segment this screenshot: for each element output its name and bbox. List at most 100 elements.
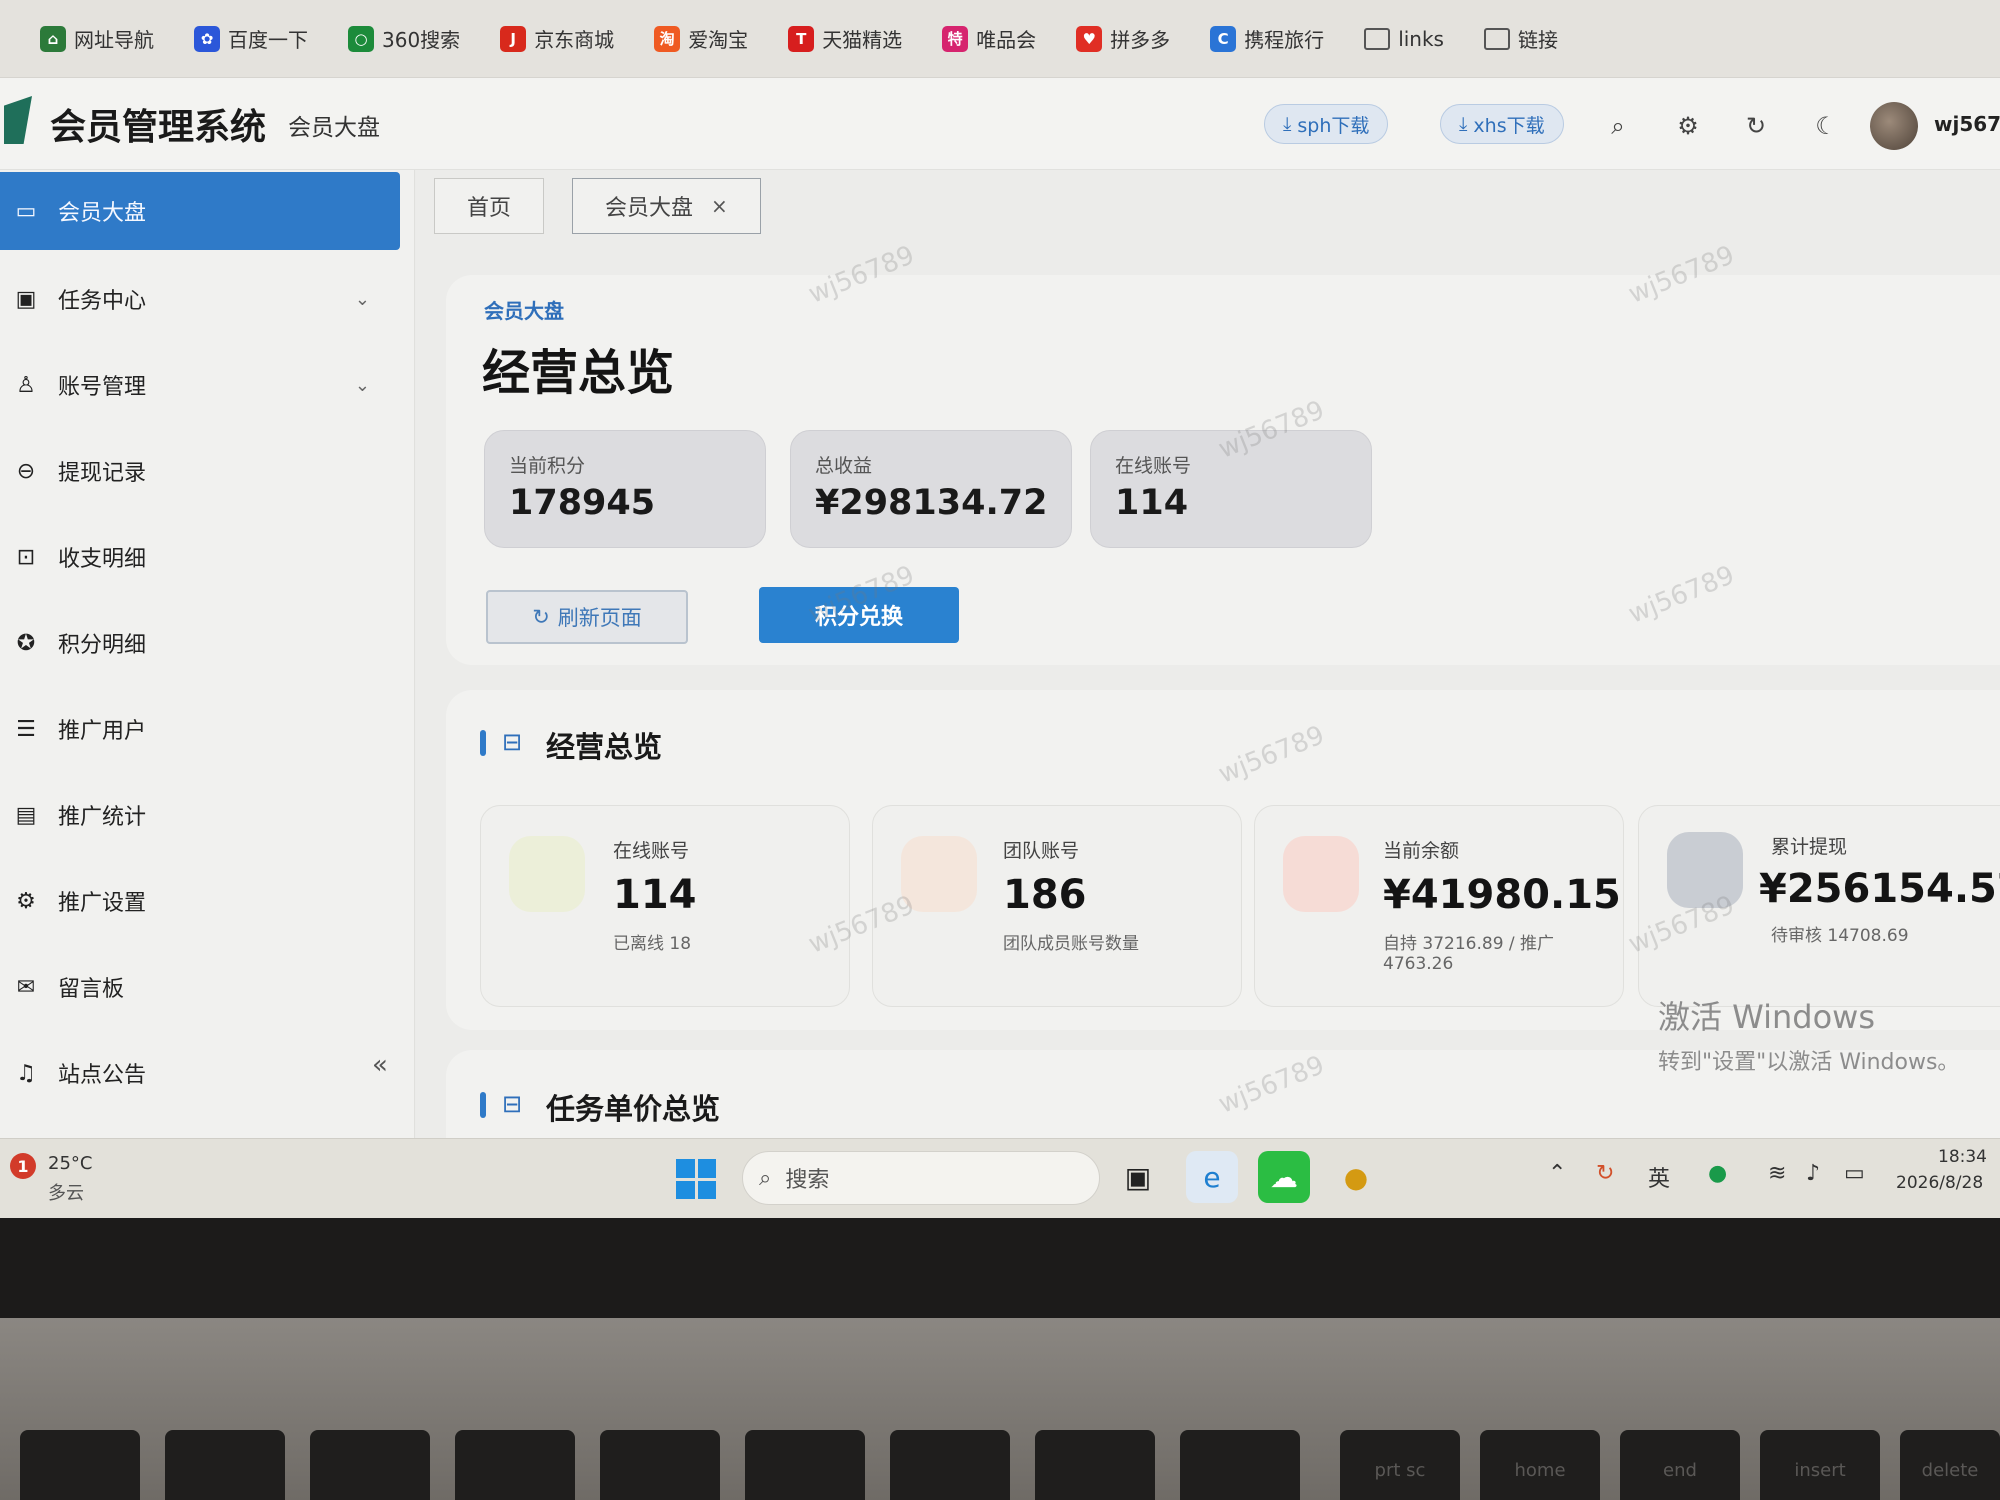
app-tray-icon[interactable]: ● — [1708, 1161, 1727, 1186]
clock-date[interactable]: 2026/8/28 — [1896, 1173, 1983, 1193]
bookmark-item[interactable]: J 京东商城 — [500, 24, 614, 53]
sidebar-item-announcements[interactable]: ♫ 站点公告 — [0, 1034, 400, 1112]
card-label: 在线账号 — [613, 840, 690, 862]
sidebar-item-promo-users[interactable]: ☰ 推广用户 — [0, 690, 400, 768]
windows-activation-notice: 激活 Windows 转到"设置"以激活 Windows。 — [1658, 992, 1959, 1076]
stat-value: 178945 — [509, 483, 656, 523]
card-label: 团队账号 — [1003, 840, 1080, 862]
wechat-icon[interactable]: ☁ — [1258, 1151, 1310, 1203]
presentation-icon: ⊟ — [502, 1090, 523, 1118]
sidebar-item-withdrawals[interactable]: ⊖ 提现记录 — [0, 432, 400, 510]
gear-icon[interactable]: ⚙ — [1668, 106, 1708, 146]
sidebar-item-label: 站点公告 — [58, 1063, 147, 1088]
screen: ⌂ 网址导航 ✿ 百度一下 ○ 360搜索 J 京东商城 淘爱淘宝 T 天猫精选 特唯品会… — [0, 0, 2000, 1218]
bell-icon: ♫ — [16, 1060, 36, 1086]
clock-time[interactable]: 18:34 — [1938, 1147, 1987, 1167]
sidebar-item-tasks[interactable]: ▣ 任务中心 ⌄ — [0, 260, 400, 338]
bookmark-item[interactable]: ♥ 拼多多 — [1076, 24, 1170, 53]
refresh-icon[interactable]: ↻ — [1736, 106, 1776, 146]
sidebar-item-label: 任务中心 — [58, 289, 147, 314]
sidebar-item-accounts[interactable]: ♙ 账号管理 ⌄ — [0, 346, 400, 424]
bookmark-item[interactable]: 特唯品会 — [942, 24, 1036, 53]
download-icon: ⤓ — [1459, 113, 1468, 135]
bookmark-item[interactable]: T 天猫精选 — [788, 24, 902, 53]
sidebar-item-label: 留言板 — [58, 977, 125, 1002]
activation-line-1: 激活 Windows — [1658, 998, 1876, 1036]
sidebar-item-promo-settings[interactable]: ⚙ 推广设置 — [0, 862, 400, 940]
collapse-sidebar-icon[interactable]: « — [372, 1050, 388, 1080]
ime-indicator[interactable]: 英 — [1648, 1161, 1670, 1193]
tab-dashboard[interactable]: 会员大盘 × — [572, 178, 761, 234]
points-icon: ✪ — [16, 630, 36, 656]
sidebar-item-label: 积分明细 — [58, 633, 147, 658]
summary-card-balance: 当前余额 ¥41980.15 自持 37216.89 / 推广 4763.26 — [1254, 805, 1624, 1007]
weather-desc[interactable]: 多云 — [48, 1179, 84, 1205]
mail-icon: ✉ — [16, 974, 36, 1000]
bookmark-folder[interactable]: 链接 — [1483, 24, 1558, 53]
bookmark-item[interactable]: ⌂ 网址导航 — [40, 24, 154, 53]
overview-panel: 会员大盘 经营总览 当前积分 178945 总收益 ¥298134.72 在线账… — [446, 275, 2000, 665]
xhs-download-label: xhs下载 — [1473, 114, 1545, 137]
app-header: 会员管理系统 会员大盘 ⤓sph下载 ⤓xhs下载 ⌕ ⚙ ↻ ☾ wj5678 — [0, 78, 2000, 170]
bookmark-item[interactable]: 淘爱淘宝 — [654, 24, 748, 53]
bookmark-folder[interactable]: links — [1364, 27, 1444, 51]
sidebar: ▭ 会员大盘 ▣ 任务中心 ⌄ ♙ 账号管理 ⌄ ⊖ 提现记录 ⊡ 收支明细 ✪ 积分明细 ☰ 推… — [0, 170, 415, 1138]
refresh-icon: ↻ — [532, 605, 550, 629]
jd-icon: J — [500, 25, 527, 52]
refresh-page-button[interactable]: ↻ 刷新页面 — [486, 590, 688, 644]
sync-icon[interactable]: ↻ — [1596, 1161, 1614, 1186]
sph-download-button[interactable]: ⤓ sph下载 — [1264, 104, 1389, 144]
stat-label: 当前积分 — [509, 455, 586, 477]
section-title: 任务单价总览 — [546, 1092, 721, 1126]
ctrip-icon: C — [1210, 25, 1237, 52]
tab-home[interactable]: 首页 — [434, 178, 545, 234]
bookmark-label: 京东商城 — [534, 28, 615, 52]
stat-label: 总收益 — [815, 455, 873, 477]
folder-icon — [1483, 27, 1510, 50]
avatar[interactable] — [1870, 102, 1918, 150]
presentation-icon: ⊟ — [502, 728, 523, 756]
home-icon: ⌂ — [40, 25, 66, 52]
bookmark-item[interactable]: ✿ 百度一下 — [194, 24, 308, 53]
card-icon — [1283, 836, 1359, 912]
battery-icon[interactable]: ▭ — [1844, 1161, 1865, 1186]
wifi-icon[interactable]: ≋ — [1768, 1161, 1786, 1186]
search-icon: ⌕ — [759, 1165, 772, 1191]
task-view-icon[interactable]: ▣ — [1112, 1151, 1164, 1203]
bookmark-label: links — [1398, 26, 1444, 51]
bookmark-label: 爱淘宝 — [688, 28, 749, 52]
clipboard-icon: ▣ — [15, 286, 37, 312]
sidebar-item-dashboard[interactable]: ▭ 会员大盘 — [0, 172, 400, 250]
sidebar-item-label: 推广用户 — [58, 719, 147, 744]
search-icon[interactable]: ⌕ — [1598, 106, 1638, 146]
sidebar-item-promo-stats[interactable]: ▤ 推广统计 — [0, 776, 400, 854]
keyboard-key: insert — [1760, 1430, 1880, 1500]
sidebar-item-points[interactable]: ✪ 积分明细 — [0, 604, 400, 682]
gear-icon: ⚙ — [16, 888, 36, 914]
xhs-download-button[interactable]: ⤓ xhs下载 — [1440, 104, 1564, 144]
username[interactable]: wj5678 — [1934, 112, 2000, 136]
search-360-icon: ○ — [348, 25, 374, 52]
weather-temp[interactable]: 25°C — [48, 1153, 92, 1174]
moon-icon[interactable]: ☾ — [1806, 106, 1846, 146]
stat-card-points: 当前积分 178945 — [484, 430, 766, 548]
keyboard-key — [890, 1430, 1010, 1500]
card-value: 114 — [613, 872, 697, 918]
download-icon: ⤓ — [1283, 113, 1292, 135]
sph-download-label: sph下载 — [1297, 114, 1370, 137]
volume-icon[interactable]: ♪ — [1806, 1161, 1820, 1186]
stat-label: 在线账号 — [1115, 455, 1192, 477]
bookmark-label: 360搜索 — [382, 28, 461, 52]
chevron-up-icon[interactable]: ⌃ — [1548, 1161, 1566, 1186]
app-icon[interactable]: ● — [1330, 1151, 1382, 1203]
taskbar-search[interactable]: ⌕ 搜索 — [742, 1151, 1100, 1205]
close-icon[interactable]: × — [711, 194, 728, 218]
bookmark-item[interactable]: C 携程旅行 — [1210, 24, 1324, 53]
bookmark-item[interactable]: ○ 360搜索 — [348, 24, 460, 53]
edge-icon[interactable]: e — [1186, 1151, 1238, 1203]
sidebar-item-transactions[interactable]: ⊡ 收支明细 — [0, 518, 400, 596]
windows-start-icon[interactable] — [676, 1159, 716, 1199]
sidebar-item-messages[interactable]: ✉ 留言板 — [0, 948, 400, 1026]
weather-badge[interactable]: 1 — [10, 1153, 36, 1179]
section-accent-bar — [480, 1092, 486, 1118]
